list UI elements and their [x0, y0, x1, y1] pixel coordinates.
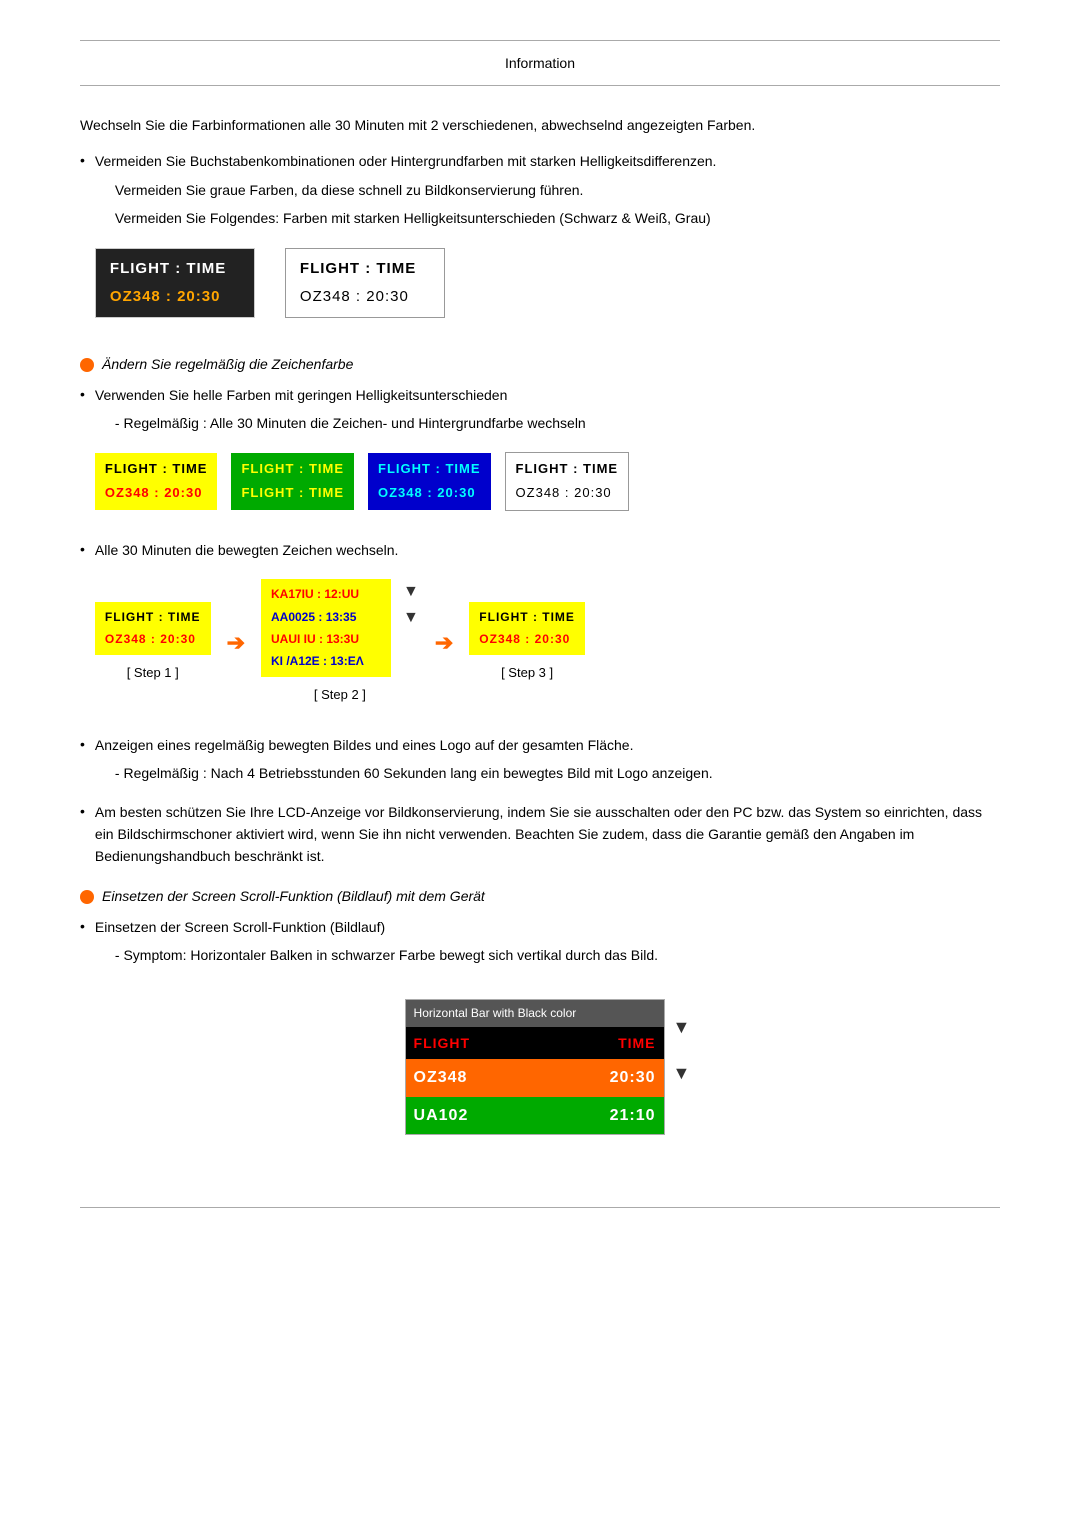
- intro-para3: Vermeiden Sie Folgendes: Farben mit star…: [115, 207, 1000, 229]
- step2-line3: UAUI IU : 13:3U: [271, 630, 381, 649]
- hbar-row1-flight: OZ348: [414, 1065, 535, 1091]
- demo1-dark-box: FLIGHT : TIME OZ348 : 20:30: [95, 248, 255, 318]
- hbar-header-time: TIME: [535, 1032, 656, 1054]
- page-title: Information: [80, 40, 1000, 86]
- bullet-dot: •: [80, 803, 85, 819]
- color-box-white-data: OZ348 : 20:30: [516, 483, 619, 504]
- hbar-header-row: FLIGHT TIME: [406, 1027, 664, 1059]
- color-box-green: FLIGHT : TIME FLIGHT : TIME: [231, 453, 354, 510]
- section3-bullet1-text: Alle 30 Minuten die bewegten Zeichen wec…: [95, 539, 1000, 561]
- step2-inner: KA17IU : 12:UU AA0025 : 13:35 UAUI IU : …: [261, 579, 419, 677]
- hbar-title-bar: Horizontal Bar with Black color: [406, 1000, 664, 1027]
- hbar-wrapper: Horizontal Bar with Black color FLIGHT T…: [95, 983, 1000, 1152]
- intro-section: Wechseln Sie die Farbinformationen alle …: [80, 114, 1000, 336]
- intro-bullet1-text: Vermeiden Sie Buchstabenkombinationen od…: [95, 153, 717, 169]
- step2-container: KA17IU : 12:UU AA0025 : 13:35 UAUI IU : …: [261, 579, 419, 706]
- section2-heading: Ändern Sie regelmäßig die Zeichenfarbe: [102, 356, 353, 372]
- section4-bullet: • Anzeigen eines regelmäßig bewegten Bil…: [80, 734, 1000, 791]
- step2-box: KA17IU : 12:UU AA0025 : 13:35 UAUI IU : …: [261, 579, 391, 677]
- demo1-dark-header: FLIGHT : TIME: [110, 257, 240, 281]
- step1-header: FLIGHT : TIME: [105, 608, 201, 627]
- step3-container: FLIGHT : TIME OZ348 : 20:30 [ Step 3 ]: [469, 602, 585, 684]
- hbar-title-text: Horizontal Bar with Black color: [414, 1004, 577, 1023]
- orange-bullet-icon-2: [80, 890, 94, 904]
- bullet-dot: •: [80, 541, 85, 557]
- hbar-row1-time: 20:30: [535, 1065, 656, 1091]
- section3-bullet1: • Alle 30 Minuten die bewegten Zeichen w…: [80, 539, 1000, 724]
- step3-data: OZ348 : 20:30: [479, 630, 575, 649]
- color-box-yellow-data: OZ348 : 20:30: [105, 483, 208, 504]
- section2-bullet1: • Verwenden Sie helle Farben mit geringe…: [80, 384, 1000, 529]
- arrow-right-2: ➔: [435, 625, 453, 660]
- hbar-right-arrows: ▼ ▼: [673, 983, 691, 1089]
- section4-sub1: - Regelmäßig : Nach 4 Betriebsstunden 60…: [115, 762, 1000, 784]
- demo1-dark-data: OZ348 : 20:30: [110, 285, 240, 309]
- step1-label: [ Step 1 ]: [127, 663, 179, 684]
- hbar-row1: OZ348 20:30: [406, 1059, 664, 1097]
- hbar-with-arrows: Horizontal Bar with Black color FLIGHT T…: [405, 983, 691, 1152]
- section6-sub1: - Symptom: Horizontaler Balken in schwar…: [115, 944, 1000, 966]
- section5-text: Am besten schützen Sie Ihre LCD-Anzeige …: [95, 801, 1000, 868]
- hbar-row2: UA102 21:10: [406, 1097, 664, 1135]
- step3-box: FLIGHT : TIME OZ348 : 20:30: [469, 602, 585, 655]
- bullet-dot: •: [80, 736, 85, 752]
- bullet-dot: •: [80, 152, 85, 168]
- step2-line1: KA17IU : 12:UU: [271, 585, 381, 604]
- color-box-yellow: FLIGHT : TIME OZ348 : 20:30: [95, 453, 218, 510]
- step1-container: FLIGHT : TIME OZ348 : 20:30 [ Step 1 ]: [95, 602, 211, 684]
- section2-heading-row: Ändern Sie regelmäßig die Zeichenfarbe: [80, 356, 1000, 372]
- demo1-light-box: FLIGHT : TIME OZ348 : 20:30: [285, 248, 445, 318]
- section2-sub1: - Regelmäßig : Alle 30 Minuten die Zeich…: [115, 412, 1000, 434]
- section6-bullet1: • Einsetzen der Screen Scroll-Funktion (…: [80, 916, 1000, 1168]
- color-box-green-header: FLIGHT : TIME: [241, 459, 344, 480]
- color-box-blue-data: OZ348 : 20:30: [378, 483, 481, 504]
- section2-bullet1-text: Verwenden Sie helle Farben mit geringen …: [95, 384, 1000, 406]
- color-box-white-header: FLIGHT : TIME: [516, 459, 619, 480]
- color-box-blue-header: FLIGHT : TIME: [378, 459, 481, 480]
- down-arrow-top: ▼: [403, 579, 419, 605]
- step2-line2: AA0025 : 13:35: [271, 608, 381, 627]
- color-box-green-data: FLIGHT : TIME: [241, 483, 344, 504]
- hbar-row2-flight: UA102: [414, 1103, 535, 1129]
- color-box-blue: FLIGHT : TIME OZ348 : 20:30: [368, 453, 491, 510]
- demo1-light-data: OZ348 : 20:30: [300, 285, 430, 309]
- hbar-arrow-bottom: ▼: [673, 1059, 691, 1088]
- step2-down-arrows: ▼ ▼: [403, 579, 419, 630]
- page-container: Information Wechseln Sie die Farbinforma…: [0, 0, 1080, 1248]
- steps-row: FLIGHT : TIME OZ348 : 20:30 [ Step 1 ] ➔…: [95, 579, 1000, 706]
- step3-label: [ Step 3 ]: [501, 663, 553, 684]
- down-arrow-bottom: ▼: [403, 605, 419, 631]
- step2-label: [ Step 2 ]: [314, 685, 366, 706]
- section6-bullet1-text: Einsetzen der Screen Scroll-Funktion (Bi…: [95, 916, 1000, 938]
- color-box-white: FLIGHT : TIME OZ348 : 20:30: [505, 452, 630, 511]
- color-boxes-row: FLIGHT : TIME OZ348 : 20:30 FLIGHT : TIM…: [95, 452, 1000, 511]
- hbar-arrow-top: ▼: [673, 1013, 691, 1042]
- hbar-row2-time: 21:10: [535, 1103, 656, 1129]
- hbar-header-flight: FLIGHT: [414, 1032, 535, 1054]
- section6-heading-row: Einsetzen der Screen Scroll-Funktion (Bi…: [80, 888, 1000, 904]
- section2: Ändern Sie regelmäßig die Zeichenfarbe •…: [80, 356, 1000, 868]
- demo1-light-header: FLIGHT : TIME: [300, 257, 430, 281]
- page-bottom-line: [80, 1207, 1000, 1208]
- step1-data: OZ348 : 20:30: [105, 630, 201, 649]
- section5-bullet: • Am besten schützen Sie Ihre LCD-Anzeig…: [80, 801, 1000, 868]
- color-box-yellow-header: FLIGHT : TIME: [105, 459, 208, 480]
- hbar-box: Horizontal Bar with Black color FLIGHT T…: [405, 999, 665, 1136]
- arrow-right-1: ➔: [227, 625, 245, 660]
- intro-bullet1: • Vermeiden Sie Buchstabenkombinationen …: [80, 150, 1000, 335]
- section6-heading: Einsetzen der Screen Scroll-Funktion (Bi…: [102, 888, 485, 904]
- demo1-row: FLIGHT : TIME OZ348 : 20:30 FLIGHT : TIM…: [95, 248, 1000, 318]
- intro-para1: Wechseln Sie die Farbinformationen alle …: [80, 114, 1000, 136]
- bullet-dot: •: [80, 386, 85, 402]
- step1-box: FLIGHT : TIME OZ348 : 20:30: [95, 602, 211, 655]
- bullet-dot: •: [80, 918, 85, 934]
- section6: Einsetzen der Screen Scroll-Funktion (Bi…: [80, 888, 1000, 1168]
- orange-bullet-icon: [80, 358, 94, 372]
- step3-header: FLIGHT : TIME: [479, 608, 575, 627]
- section4-text: Anzeigen eines regelmäßig bewegten Bilde…: [95, 734, 1000, 756]
- intro-para2: Vermeiden Sie graue Farben, da diese sch…: [115, 179, 1000, 201]
- step2-line4: KI /A12E : 13:ΕΛ: [271, 652, 381, 671]
